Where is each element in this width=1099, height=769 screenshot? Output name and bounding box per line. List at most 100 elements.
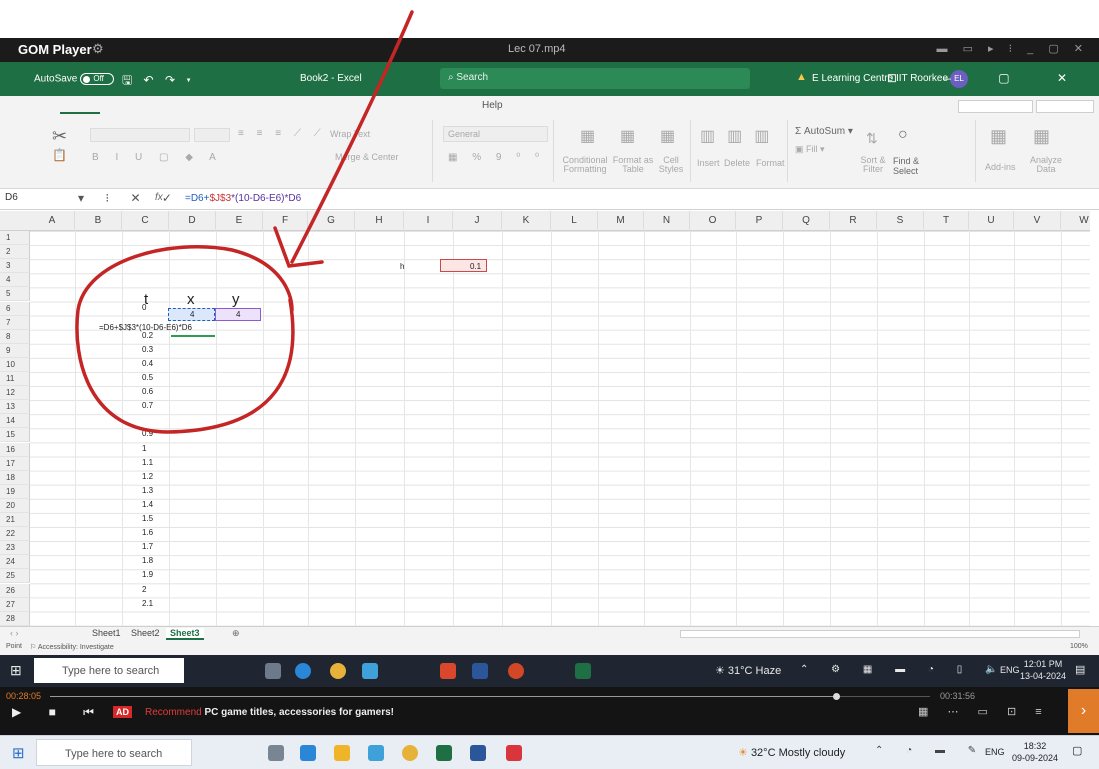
excel-search-box[interactable]: ⌕ Search bbox=[440, 68, 750, 89]
row-header[interactable]: 2 bbox=[0, 245, 30, 260]
column-header[interactable]: C bbox=[122, 211, 169, 231]
cell-c21[interactable]: 1.5 bbox=[142, 513, 153, 525]
system-tray-icons[interactable]: ⌃ ⚙ ▦ ▬ ◔ ▯ 🔈 bbox=[800, 664, 1007, 675]
font-format-buttons[interactable]: B I U ▢ ◆ A bbox=[92, 152, 223, 163]
cell-c11[interactable]: 0.5 bbox=[142, 372, 153, 384]
notification-icon[interactable]: ▤ bbox=[1075, 663, 1085, 676]
cell-c12[interactable]: 0.6 bbox=[142, 386, 153, 398]
number-format-buttons[interactable]: ▦ % 9 ⁰ ⁰ bbox=[448, 152, 545, 163]
tray-language[interactable]: ENG bbox=[1000, 665, 1020, 675]
column-header[interactable]: K bbox=[502, 211, 551, 231]
cell-c25[interactable]: 1.9 bbox=[142, 569, 153, 581]
zoom-level[interactable]: 100% bbox=[1070, 643, 1088, 650]
app-icon[interactable] bbox=[300, 745, 316, 761]
seek-handle[interactable] bbox=[833, 693, 841, 700]
font-size-box[interactable] bbox=[194, 128, 230, 142]
cell-c6[interactable]: 0 bbox=[142, 302, 146, 314]
find-icon[interactable]: ○ bbox=[898, 126, 908, 144]
name-box[interactable]: D6 bbox=[3, 192, 63, 207]
find-select-button[interactable]: Find & Select bbox=[893, 156, 919, 176]
column-header[interactable]: Q bbox=[783, 211, 830, 231]
cell-c27[interactable]: 2.1 bbox=[142, 598, 153, 610]
column-header[interactable]: A bbox=[30, 211, 75, 231]
cell-e5[interactable]: y bbox=[232, 291, 240, 309]
cell-c19[interactable]: 1.3 bbox=[142, 485, 153, 497]
row-header[interactable]: 26 bbox=[0, 583, 30, 598]
cell-c26[interactable]: 2 bbox=[142, 584, 146, 596]
column-header[interactable]: N bbox=[644, 211, 690, 231]
tab-sheet2[interactable]: Sheet2 bbox=[127, 628, 164, 638]
windows-start-icon[interactable]: ⊞ bbox=[10, 662, 22, 679]
font-name-box[interactable] bbox=[90, 128, 190, 142]
cell-c9[interactable]: 0.3 bbox=[142, 344, 153, 356]
row-header[interactable]: 17 bbox=[0, 456, 30, 471]
row-header[interactable]: 13 bbox=[0, 400, 30, 415]
cell-j3[interactable]: 0.1 bbox=[470, 261, 481, 273]
cell-d5[interactable]: x bbox=[187, 291, 195, 309]
cells-group-icons[interactable]: ▥▥▥ bbox=[700, 126, 781, 146]
column-header[interactable]: T bbox=[924, 211, 969, 231]
column-header[interactable]: J bbox=[453, 211, 502, 231]
row-header[interactable]: 10 bbox=[0, 357, 30, 372]
column-header[interactable]: H bbox=[355, 211, 404, 231]
cell-c16[interactable]: 1 bbox=[142, 443, 146, 455]
alignment-buttons[interactable]: ≡ ≡ ≡ ⟋ ⟋ bbox=[238, 128, 326, 139]
file-explorer-icon[interactable] bbox=[334, 745, 350, 761]
horizontal-scrollbar[interactable] bbox=[680, 630, 1080, 638]
cell-e6[interactable]: 4 bbox=[236, 309, 240, 321]
gom-window-controls[interactable]: ▬ ▭ ▸ ⁝ _ ▢ ✕ bbox=[937, 42, 1089, 55]
column-header[interactable]: M bbox=[598, 211, 644, 231]
powerpoint-icon[interactable] bbox=[508, 663, 524, 679]
add-ins-button[interactable]: Add-ins bbox=[985, 162, 1016, 172]
column-header[interactable]: R bbox=[830, 211, 877, 231]
host-notification-icon[interactable]: ▢ bbox=[1072, 744, 1082, 757]
row-header[interactable]: 11 bbox=[0, 372, 30, 387]
sort-filter-button[interactable]: Sort & Filter bbox=[858, 156, 888, 174]
autosave-control[interactable]: AutoSave Off bbox=[34, 73, 115, 85]
autosum-button[interactable]: Σ AutoSum ▾ bbox=[795, 126, 853, 137]
merge-center-button[interactable]: Merge & Center bbox=[335, 152, 399, 162]
cell-c10[interactable]: 0.4 bbox=[142, 358, 153, 370]
weather-widget[interactable]: ☀ 31°C Haze bbox=[715, 664, 781, 677]
excel-icon[interactable] bbox=[436, 745, 452, 761]
row-header[interactable]: 18 bbox=[0, 470, 30, 485]
tab-sheet1[interactable]: Sheet1 bbox=[88, 628, 125, 638]
row-header[interactable]: 22 bbox=[0, 527, 30, 542]
conditional-formatting-icon[interactable]: ▦ bbox=[580, 126, 595, 146]
column-header[interactable]: E bbox=[216, 211, 263, 231]
row-header[interactable]: 19 bbox=[0, 484, 30, 499]
row-header[interactable]: 7 bbox=[0, 315, 30, 330]
host-tray-icons[interactable]: ⌃ ◔ ▬ ✎ bbox=[875, 745, 986, 756]
cell-c24[interactable]: 1.8 bbox=[142, 555, 153, 567]
cell-c23[interactable]: 1.7 bbox=[142, 541, 153, 553]
app-icon[interactable] bbox=[440, 663, 456, 679]
add-sheet-button[interactable]: ⊕ bbox=[228, 628, 244, 639]
gom-logo[interactable]: GOM Player bbox=[18, 42, 92, 57]
wrap-text-button[interactable]: Wrap Text bbox=[330, 129, 370, 139]
row-header[interactable]: 24 bbox=[0, 555, 30, 570]
clipboard-icon[interactable]: ✂ bbox=[52, 126, 67, 147]
fx-icon[interactable]: fx bbox=[155, 192, 163, 203]
column-header[interactable]: L bbox=[551, 211, 598, 231]
store-icon[interactable] bbox=[362, 663, 378, 679]
excel-window-controls[interactable]: ⊡ – ▢ ✕ bbox=[887, 71, 1089, 85]
settings-gear-icon[interactable]: ⚙ bbox=[92, 41, 104, 57]
row-header[interactable]: 6 bbox=[0, 301, 30, 316]
column-header[interactable]: G bbox=[308, 211, 355, 231]
row-header[interactable]: 12 bbox=[0, 386, 30, 401]
tab-sheet3[interactable]: Sheet3 bbox=[166, 628, 204, 640]
word-icon[interactable] bbox=[470, 745, 486, 761]
column-header[interactable]: O bbox=[690, 211, 736, 231]
analyze-data-icon[interactable]: ▦ bbox=[1033, 126, 1050, 147]
paste-icon[interactable]: 📋 bbox=[52, 148, 67, 162]
ad-banner[interactable]: Recommend PC game titles, accessories fo… bbox=[145, 707, 394, 718]
column-header[interactable]: W bbox=[1061, 211, 1099, 231]
format-as-table-button[interactable]: Format as Table bbox=[612, 156, 654, 174]
row-header[interactable]: 25 bbox=[0, 569, 30, 584]
task-view-icon[interactable] bbox=[265, 663, 281, 679]
delete-button[interactable]: Delete bbox=[724, 158, 750, 168]
row-header[interactable]: 21 bbox=[0, 513, 30, 528]
row-header[interactable]: 15 bbox=[0, 428, 30, 443]
column-header[interactable]: I bbox=[404, 211, 453, 231]
row-header[interactable]: 5 bbox=[0, 287, 30, 302]
